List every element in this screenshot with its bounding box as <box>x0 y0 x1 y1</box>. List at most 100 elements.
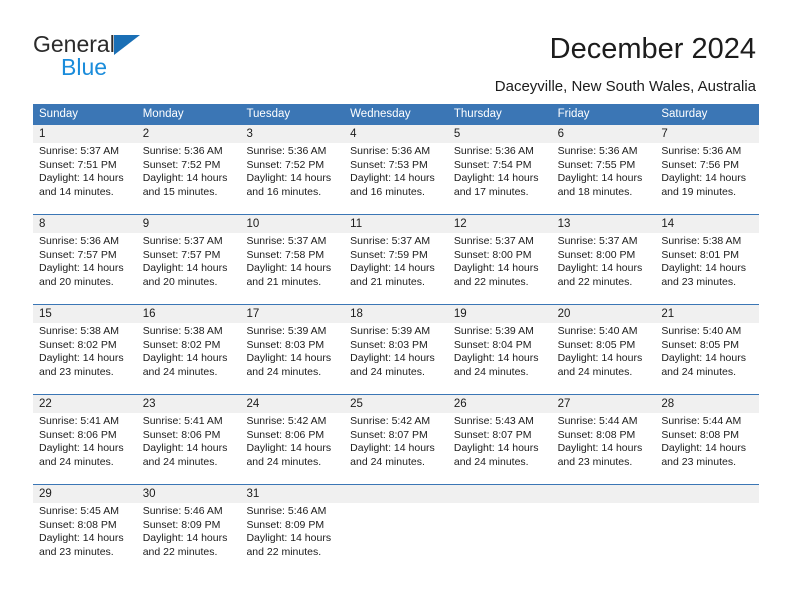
day-detail-line: and 24 minutes. <box>39 455 114 468</box>
day-number: 14 <box>661 218 675 230</box>
day-detail-line: Sunset: 8:09 PM <box>246 518 325 531</box>
day-detail-line: Daylight: 14 hours <box>661 352 746 365</box>
calendar-day-cell-22[interactable]: 22 Sunrise: 5:41 AM Sunset: 8:06 PM Dayligh… <box>33 395 137 484</box>
day-number <box>454 485 552 503</box>
day-number: 31 <box>246 488 260 500</box>
day-detail-line: Sunrise: 5:41 AM <box>39 415 119 427</box>
day-detail-lines: Sunrise: 5:36 AM Sunset: 7:57 PM Daylight:… <box>39 235 137 289</box>
calendar-day-cell-24[interactable]: 24 Sunrise: 5:42 AM Sunset: 8:06 PM Dayligh… <box>240 395 344 484</box>
calendar-day-cell-14[interactable]: 14 Sunrise: 5:38 AM Sunset: 8:01 PM Dayligh… <box>655 215 759 304</box>
day-detail-line: and 23 minutes. <box>661 455 737 468</box>
calendar-day-cell-10[interactable]: 10 Sunrise: 5:37 AM Sunset: 7:58 PM Dayligh… <box>240 215 344 304</box>
calendar-day-cell-18[interactable]: 18 Sunrise: 5:39 AM Sunset: 8:03 PM Dayligh… <box>344 305 448 394</box>
day-detail-line: Daylight: 14 hours <box>142 172 228 185</box>
calendar-day-cell-17[interactable]: 17 Sunrise: 5:39 AM Sunset: 8:03 PM Dayligh… <box>240 305 344 394</box>
calendar-day-cell-15[interactable]: 15 Sunrise: 5:38 AM Sunset: 8:02 PM Dayligh… <box>33 305 137 394</box>
day-detail-lines: Sunrise: 5:41 AM Sunset: 8:06 PM Daylight:… <box>143 415 241 469</box>
day-detail-line: Daylight: 14 hours <box>39 352 124 365</box>
day-detail-lines: Sunrise: 5:40 AM Sunset: 8:05 PM Daylight:… <box>661 325 759 379</box>
day-detail-line: Sunrise: 5:36 AM <box>350 145 431 157</box>
day-number <box>350 485 448 503</box>
calendar-day-cell-5[interactable]: 5 Sunrise: 5:36 AM Sunset: 7:54 PM Daylight… <box>448 125 552 214</box>
calendar-day-cell-13[interactable]: 13 Sunrise: 5:37 AM Sunset: 8:00 PM Dayligh… <box>552 215 656 304</box>
day-detail-line: Sunset: 8:01 PM <box>661 248 739 261</box>
day-detail-line: Sunset: 7:55 PM <box>557 158 636 171</box>
weekday-header-monday: Monday <box>142 108 184 120</box>
day-detail-lines: Sunrise: 5:41 AM Sunset: 8:06 PM Daylight:… <box>39 415 137 469</box>
day-detail-line: and 23 minutes. <box>39 545 114 558</box>
day-detail-line: Daylight: 14 hours <box>661 172 746 185</box>
weekday-header-row: Sunday Monday Tuesday Wednesday Thursday Frid… <box>33 104 759 125</box>
day-detail-line: Daylight: 14 hours <box>350 262 435 275</box>
day-number: 3 <box>246 128 253 140</box>
calendar-day-cell-31[interactable]: 31 Sunrise: 5:46 AM Sunset: 8:09 PM Dayligh… <box>240 485 344 574</box>
day-detail-line: and 23 minutes. <box>661 275 737 288</box>
day-detail-line: Daylight: 14 hours <box>453 442 539 455</box>
calendar-grid: Sunday Monday Tuesday Wednesday Thursday Frid… <box>33 104 759 574</box>
day-detail-lines: Sunrise: 5:37 AM Sunset: 8:00 PM Daylight:… <box>558 235 656 289</box>
day-detail-lines: Sunrise: 5:42 AM Sunset: 8:07 PM Daylight:… <box>350 415 448 469</box>
day-detail-line: Sunset: 8:02 PM <box>142 338 221 351</box>
day-detail-lines: Sunrise: 5:46 AM Sunset: 8:09 PM Daylight:… <box>246 505 344 559</box>
calendar-day-cell-27[interactable]: 27 Sunrise: 5:44 AM Sunset: 8:08 PM Dayligh… <box>552 395 656 484</box>
day-detail-line: Sunset: 8:08 PM <box>557 428 636 441</box>
calendar-day-cell-3[interactable]: 3 Sunrise: 5:36 AM Sunset: 7:52 PM Daylight… <box>240 125 344 214</box>
calendar-day-cell-21[interactable]: 21 Sunrise: 5:40 AM Sunset: 8:05 PM Dayligh… <box>655 305 759 394</box>
day-number: 8 <box>39 218 46 230</box>
day-detail-line: and 24 minutes. <box>453 365 529 378</box>
calendar-day-cell-25[interactable]: 25 Sunrise: 5:42 AM Sunset: 8:07 PM Dayligh… <box>344 395 448 484</box>
day-detail-line: and 17 minutes. <box>453 185 529 198</box>
calendar-day-cell-7[interactable]: 7 Sunrise: 5:36 AM Sunset: 7:56 PM Daylight… <box>655 125 759 214</box>
day-detail-line: Sunset: 8:00 PM <box>453 248 532 261</box>
day-detail-line: and 22 minutes. <box>246 545 322 558</box>
calendar-day-cell-2[interactable]: 2 Sunrise: 5:36 AM Sunset: 7:52 PM Daylight… <box>137 125 241 214</box>
day-detail-line: and 24 minutes. <box>142 455 218 468</box>
day-number: 15 <box>39 308 52 320</box>
calendar-day-cell-28[interactable]: 28 Sunrise: 5:44 AM Sunset: 8:08 PM Dayligh… <box>655 395 759 484</box>
calendar-day-cell-6[interactable]: 6 Sunrise: 5:36 AM Sunset: 7:55 PM Daylight… <box>552 125 656 214</box>
logo-text-blue: Blue <box>61 54 108 80</box>
day-detail-line: and 23 minutes. <box>557 455 633 468</box>
day-detail-line: Sunset: 8:05 PM <box>557 338 636 351</box>
day-detail-lines: Sunrise: 5:40 AM Sunset: 8:05 PM Daylight:… <box>558 325 656 379</box>
calendar-day-cell-29[interactable]: 29 Sunrise: 5:45 AM Sunset: 8:08 PM Dayligh… <box>33 485 137 574</box>
day-detail-line: Daylight: 14 hours <box>246 532 332 545</box>
calendar-day-cell-26[interactable]: 26 Sunrise: 5:43 AM Sunset: 8:07 PM Dayligh… <box>448 395 552 484</box>
day-number <box>558 485 656 503</box>
calendar-day-cell-11[interactable]: 11 Sunrise: 5:37 AM Sunset: 7:59 PM Dayligh… <box>344 215 448 304</box>
day-detail-line: Sunrise: 5:46 AM <box>246 505 327 517</box>
day-number: 6 <box>557 128 564 140</box>
day-detail-line: Sunrise: 5:44 AM <box>661 415 742 427</box>
weekday-header-saturday: Saturday <box>661 108 708 120</box>
calendar-day-cell-12[interactable]: 12 Sunrise: 5:37 AM Sunset: 8:00 PM Dayligh… <box>448 215 552 304</box>
day-detail-line: Daylight: 14 hours <box>246 442 332 455</box>
calendar-week-cells: 15 Sunrise: 5:38 AM Sunset: 8:02 PM Dayligh… <box>33 305 759 394</box>
day-detail-lines: Sunrise: 5:37 AM Sunset: 7:57 PM Daylight:… <box>143 235 241 289</box>
calendar-day-cell-9[interactable]: 9 Sunrise: 5:37 AM Sunset: 7:57 PM Daylight… <box>137 215 241 304</box>
calendar-week-cells: 29 Sunrise: 5:45 AM Sunset: 8:08 PM Dayligh… <box>33 485 759 574</box>
day-detail-line: Sunrise: 5:41 AM <box>142 415 223 427</box>
day-number: 16 <box>142 308 156 320</box>
day-detail-lines: Sunrise: 5:39 AM Sunset: 8:03 PM Daylight:… <box>350 325 448 379</box>
calendar-day-cell-4[interactable]: 4 Sunrise: 5:36 AM Sunset: 7:53 PM Daylight… <box>344 125 448 214</box>
calendar-day-cell-1[interactable]: 1 Sunrise: 5:37 AM Sunset: 7:51 PM Daylight… <box>33 125 137 214</box>
day-detail-line: Daylight: 14 hours <box>350 172 435 185</box>
weekday-header-tuesday: Tuesday <box>246 108 291 120</box>
calendar-day-cell-30[interactable]: 30 Sunrise: 5:46 AM Sunset: 8:09 PM Dayligh… <box>137 485 241 574</box>
day-detail-line: Sunset: 8:08 PM <box>39 518 117 531</box>
calendar-day-cell-empty <box>344 485 448 574</box>
day-detail-line: Daylight: 14 hours <box>557 172 643 185</box>
day-detail-line: Sunrise: 5:39 AM <box>350 325 431 337</box>
day-detail-lines: Sunrise: 5:43 AM Sunset: 8:07 PM Daylight:… <box>454 415 552 469</box>
day-detail-line: Daylight: 14 hours <box>453 352 539 365</box>
day-number: 30 <box>142 488 156 500</box>
day-detail-line: Sunrise: 5:36 AM <box>39 235 119 247</box>
day-detail-line: Sunrise: 5:39 AM <box>246 325 327 337</box>
calendar-day-cell-23[interactable]: 23 Sunrise: 5:41 AM Sunset: 8:06 PM Dayligh… <box>137 395 241 484</box>
day-number: 29 <box>39 488 52 500</box>
day-detail-line: Sunrise: 5:44 AM <box>557 415 638 427</box>
calendar-day-cell-20[interactable]: 20 Sunrise: 5:40 AM Sunset: 8:05 PM Dayligh… <box>552 305 656 394</box>
calendar-day-cell-19[interactable]: 19 Sunrise: 5:39 AM Sunset: 8:04 PM Dayligh… <box>448 305 552 394</box>
calendar-day-cell-16[interactable]: 16 Sunrise: 5:38 AM Sunset: 8:02 PM Dayligh… <box>137 305 241 394</box>
calendar-day-cell-8[interactable]: 8 Sunrise: 5:36 AM Sunset: 7:57 PM Daylight… <box>33 215 137 304</box>
